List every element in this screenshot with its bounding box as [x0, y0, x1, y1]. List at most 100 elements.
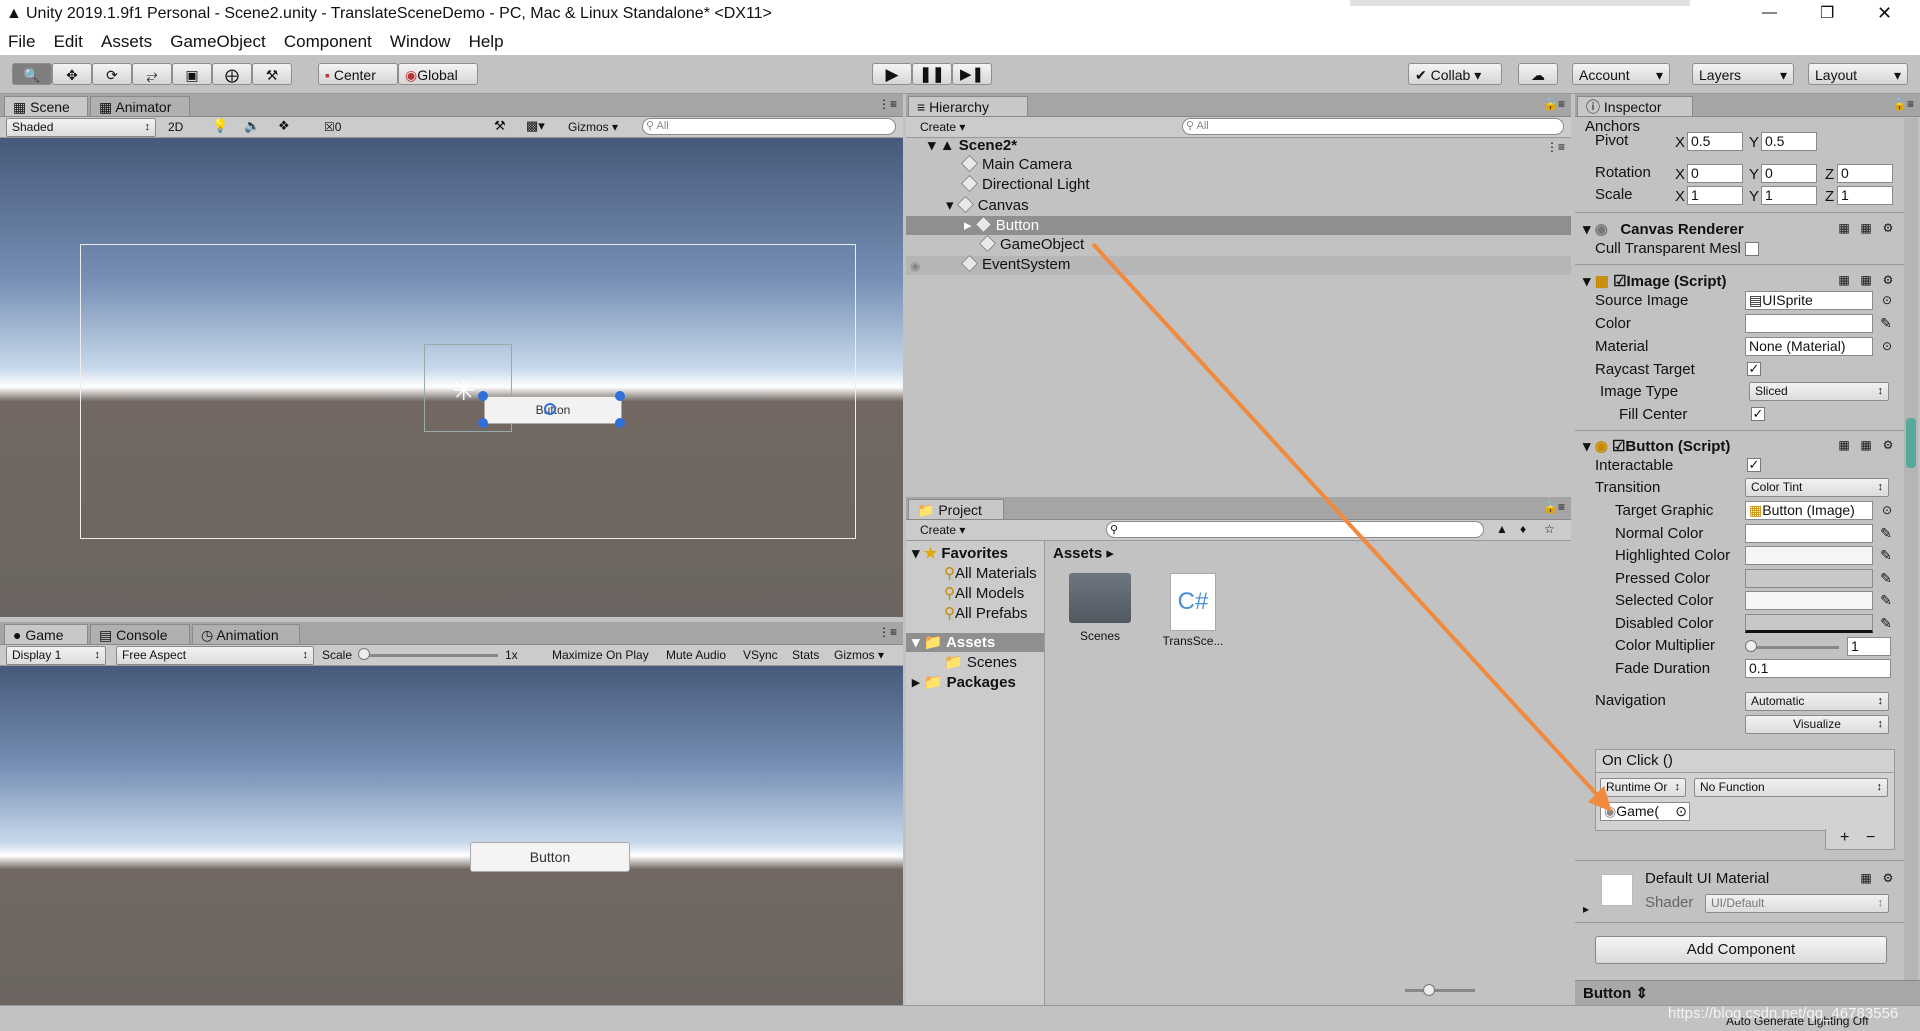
hierarchy-create-dropdown[interactable]: Create ▾	[920, 120, 965, 134]
image-component-header[interactable]: ▾ ▦ ☑Image (Script)	[1583, 272, 1727, 290]
disabled-color-swatch[interactable]	[1745, 614, 1873, 633]
project-search-input[interactable]: ⚲	[1106, 521, 1484, 538]
interactable-checkbox[interactable]: ✓	[1747, 458, 1761, 472]
game-viewport[interactable]: Button	[0, 666, 903, 1005]
scale-x-field[interactable]: 1	[1687, 186, 1743, 205]
favorite-all-materials[interactable]: ⚲All Materials	[944, 564, 1037, 582]
icon-size-slider[interactable]	[1405, 989, 1475, 992]
window-search-field[interactable]	[1350, 0, 1690, 6]
rotation-y-field[interactable]: 0	[1761, 164, 1817, 183]
handle-tr[interactable]	[615, 391, 625, 401]
scene-options-icon[interactable]: ⋮≡	[1546, 140, 1565, 154]
rotation-x-field[interactable]: 0	[1687, 164, 1743, 183]
component-gear-icon[interactable]: ⚙	[1881, 438, 1895, 452]
eyedropper-icon[interactable]: ✎	[1878, 315, 1894, 331]
display-dropdown[interactable]: Display 1	[6, 646, 106, 665]
component-gear-icon[interactable]: ⚙	[1881, 221, 1895, 235]
scale-z-field[interactable]: 1	[1837, 186, 1893, 205]
transform-tool-button[interactable]: ⨁	[212, 63, 252, 85]
cloud-button[interactable]: ☁	[1518, 63, 1558, 85]
icon-size-slider-thumb[interactable]	[1423, 984, 1435, 996]
raycast-target-checkbox[interactable]: ✓	[1747, 362, 1761, 376]
hand-tool-button[interactable]: 🔍	[12, 63, 52, 85]
game-gizmos-dropdown[interactable]: Gizmos ▾	[834, 648, 884, 662]
layers-dropdown[interactable]: Layers ▾	[1692, 63, 1794, 85]
pivot-x-field[interactable]: 0.5	[1687, 132, 1743, 151]
shading-mode-dropdown[interactable]: Shaded	[6, 118, 156, 137]
light-gizmo-icon[interactable]: ✳	[452, 374, 475, 407]
component-gear-icon[interactable]: ⚙	[1881, 871, 1895, 885]
filter-label-icon[interactable]: ♦	[1520, 522, 1526, 536]
pivot-center-button[interactable]: ▪ Center	[318, 63, 398, 85]
camera-icon[interactable]: ▩▾	[526, 118, 545, 134]
stats-toggle[interactable]: Stats	[792, 648, 819, 662]
cull-transparent-checkbox[interactable]	[1745, 242, 1759, 256]
color-multiplier-thumb[interactable]	[1745, 640, 1757, 652]
scrollbar-thumb[interactable]	[1906, 418, 1916, 468]
eyedropper-icon[interactable]: ✎	[1878, 525, 1894, 541]
pivot-global-button[interactable]: ◉Global	[398, 63, 478, 85]
tab-game[interactable]: ● Game	[4, 624, 88, 644]
visibility-eye-icon[interactable]: ◉	[910, 259, 920, 273]
eyedropper-icon[interactable]: ✎	[1878, 547, 1894, 563]
shader-dropdown[interactable]: UI/Default	[1705, 894, 1889, 913]
image-type-dropdown[interactable]: Sliced	[1749, 382, 1889, 401]
packages-folder[interactable]: ▸ 📁 Packages	[912, 673, 1016, 691]
tab-project[interactable]: 📁 Project	[908, 499, 1004, 519]
panel-menu-icon[interactable]: ⋮≡	[878, 97, 897, 111]
visualize-button[interactable]: Visualize	[1745, 715, 1889, 734]
canvas-renderer-header[interactable]: ▾ ◉ Canvas Renderer	[1583, 220, 1744, 238]
tab-console[interactable]: ▤ Console	[90, 624, 190, 644]
tab-hierarchy[interactable]: ≡ Hierarchy	[908, 96, 1028, 116]
project-create-dropdown[interactable]: Create ▾	[920, 523, 965, 537]
remove-event-button[interactable]: −	[1866, 829, 1875, 847]
scenes-folder[interactable]: 📁 Scenes	[944, 653, 1017, 671]
button-component-header[interactable]: ▾ ◉ ☑Button (Script)	[1583, 437, 1730, 455]
component-gear-icon[interactable]: ⚙	[1881, 273, 1895, 287]
effects-icon[interactable]: ❖	[278, 118, 290, 134]
handle-tl[interactable]	[478, 391, 488, 401]
menu-gameobject[interactable]: GameObject	[170, 32, 265, 51]
function-dropdown[interactable]: No Function	[1694, 778, 1888, 797]
object-picker-icon[interactable]: ⊙	[1675, 803, 1687, 820]
fill-center-checkbox[interactable]: ✓	[1751, 407, 1765, 421]
preset-icon[interactable]: ▦	[1859, 273, 1873, 287]
tab-animator[interactable]: ▦ Animator	[90, 96, 190, 116]
asset-scenes-folder[interactable]: Scenes	[1065, 573, 1135, 643]
selected-color-swatch[interactable]	[1745, 591, 1873, 610]
close-window-button[interactable]: ✕	[1877, 3, 1892, 24]
favorites-folder[interactable]: ▾ ★ Favorites	[912, 544, 1008, 562]
hierarchy-item-main-camera[interactable]: Main Camera	[961, 155, 1072, 173]
object-picker-icon[interactable]: ⊙	[1880, 503, 1894, 517]
filter-type-icon[interactable]: ▲	[1496, 522, 1508, 536]
2d-toggle[interactable]: 2D	[168, 120, 183, 134]
tab-animation[interactable]: ◷ Animation	[192, 624, 300, 644]
object-picker-icon[interactable]: ⊙	[1880, 293, 1894, 307]
vsync-toggle[interactable]: VSync	[743, 648, 778, 662]
help-book-icon[interactable]: ▦	[1837, 273, 1851, 287]
hierarchy-item-button[interactable]: ▸ Button	[964, 216, 1039, 234]
color-multiplier-field[interactable]: 1	[1847, 637, 1891, 656]
hierarchy-item-directional-light[interactable]: Directional Light	[961, 175, 1090, 193]
minimize-button[interactable]: —	[1762, 4, 1777, 21]
layout-dropdown[interactable]: Layout ▾	[1808, 63, 1908, 85]
inspector-scrollbar[interactable]	[1904, 118, 1918, 994]
transition-dropdown[interactable]: Color Tint	[1745, 478, 1889, 497]
rect-tool-button[interactable]: ▣	[172, 63, 212, 85]
scale-slider-thumb[interactable]	[358, 648, 370, 660]
custom-tool-button[interactable]: ⚒	[252, 63, 292, 85]
play-button[interactable]: ▶	[872, 63, 912, 85]
material-field[interactable]: None (Material)	[1745, 337, 1873, 356]
pivot-handle[interactable]	[544, 403, 556, 415]
pivot-y-field[interactable]: 0.5	[1761, 132, 1817, 151]
preset-icon[interactable]: ▦	[1859, 438, 1873, 452]
menu-edit[interactable]: Edit	[54, 32, 83, 51]
hierarchy-scene-root[interactable]: ▾ ▲ Scene2*	[928, 136, 1017, 154]
normal-color-swatch[interactable]	[1745, 524, 1873, 543]
handle-bl[interactable]	[478, 418, 488, 428]
color-swatch[interactable]	[1745, 314, 1873, 333]
object-picker-icon[interactable]: ⊙	[1880, 339, 1894, 353]
help-book-icon[interactable]: ▦	[1859, 871, 1873, 885]
help-book-icon[interactable]: ▦	[1837, 221, 1851, 235]
color-multiplier-slider[interactable]	[1749, 646, 1839, 649]
